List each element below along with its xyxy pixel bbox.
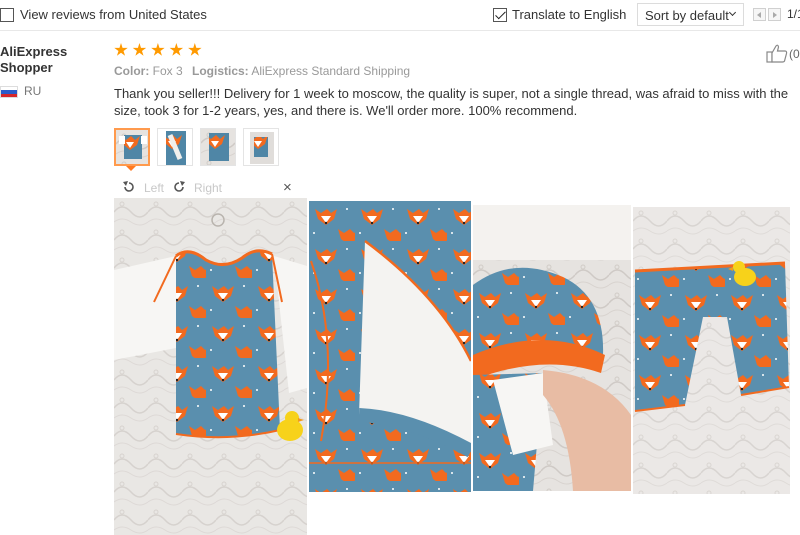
flag-ru-icon [0,86,18,98]
star-icon [169,43,184,56]
next-page-button[interactable] [768,8,781,21]
star-rating [114,43,202,59]
helpful-count: (0 [789,47,800,61]
rotate-right-icon[interactable] [172,180,186,194]
review-thumbnail[interactable] [114,128,150,166]
sort-dropdown[interactable]: Sort by default [637,3,744,26]
star-icon [151,43,165,56]
review-photo-hat[interactable] [473,205,631,491]
star-icon [132,43,147,56]
translate-checkbox[interactable] [493,8,507,22]
review-photo-shorts[interactable] [633,207,790,494]
review-photo-main[interactable] [114,198,307,535]
close-icon[interactable]: × [283,180,292,195]
translate-label[interactable]: Translate to English [512,7,626,22]
review-thumbnail[interactable] [157,128,193,166]
logistics-meta: Logistics: AliExpress Standard Shipping [192,64,410,78]
country-code: RU [24,84,42,98]
review-toolbar: View reviews from United States Translat… [0,0,800,31]
view-reviews-label[interactable]: View reviews from United States [20,7,207,22]
color-value: Fox 3 [152,64,183,78]
selected-thumbnail-marker [126,166,136,171]
color-meta: Color: Fox 3 [114,64,183,78]
sort-dropdown-label: Sort by default [645,8,729,23]
star-icon [114,43,128,56]
color-label: Color: [114,64,150,78]
review-thumbnail[interactable] [243,128,279,166]
rotate-right-label[interactable]: Right [194,181,222,195]
page-indicator: 1/1 [787,7,800,21]
logistics-label: Logistics: [192,64,249,78]
review-thumbnail[interactable] [200,128,236,166]
review-photo-fabric[interactable] [309,201,471,492]
prev-page-button[interactable] [753,8,766,21]
star-icon [188,43,202,56]
rotate-left-icon[interactable] [122,180,136,194]
view-reviews-checkbox[interactable] [0,8,14,22]
chevron-down-icon [728,8,737,17]
image-rotate-bar: Left Right [114,178,307,198]
logistics-value: AliExpress Standard Shipping [251,64,411,78]
review-author: AliExpress Shopper [0,44,68,75]
thumbs-up-icon[interactable] [766,44,788,63]
rotate-left-label[interactable]: Left [144,181,164,195]
review-text: Thank you seller!!! Delivery for 1 week … [114,86,789,118]
